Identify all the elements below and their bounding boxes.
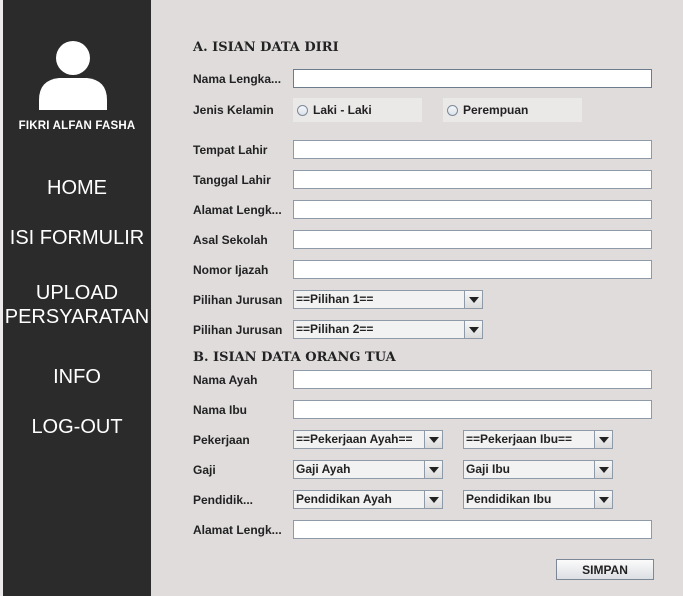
nama-lengkap-label: Nama Lengka... <box>193 72 282 86</box>
nav-info[interactable]: INFO <box>3 365 151 389</box>
pekerjaan-label: Pekerjaan <box>193 433 250 447</box>
tempat-lahir-label: Tempat Lahir <box>193 143 268 157</box>
gaji-ibu-select[interactable]: Gaji Ibu <box>463 460 613 479</box>
pilihan-jurusan-1-value: ==Pilihan 1== <box>296 292 374 306</box>
pendidikan-ibu-select[interactable]: Pendidikan Ibu <box>463 490 613 509</box>
nama-lengkap-input[interactable] <box>293 69 652 88</box>
section-a-title: A. ISIAN DATA DIRI <box>193 40 339 55</box>
pilihan-jurusan-2-value: ==Pilihan 2== <box>296 322 374 336</box>
pilihan-jurusan-1-label: Pilihan Jurusan <box>193 293 283 307</box>
nav-isi-formulir[interactable]: ISI FORMULIR <box>3 226 151 250</box>
gaji-ayah-select[interactable]: Gaji Ayah <box>293 460 443 479</box>
gaji-ayah-value: Gaji Ayah <box>296 462 351 476</box>
chevron-down-icon[interactable] <box>594 431 612 448</box>
sidebar: FIKRI ALFAN FASHA HOME ISI FORMULIR UPLO… <box>0 0 151 596</box>
pekerjaan-ayah-select[interactable]: ==Pekerjaan Ayah== <box>293 430 443 449</box>
chevron-down-icon[interactable] <box>424 431 442 448</box>
user-name: FIKRI ALFAN FASHA <box>18 120 136 132</box>
pendidikan-ayah-select[interactable]: Pendidikan Ayah <box>293 490 443 509</box>
gaji-ibu-value: Gaji Ibu <box>466 462 511 476</box>
pekerjaan-ibu-value: ==Pekerjaan Ibu== <box>466 432 573 446</box>
nav-upload-line2: PERSYARATAN <box>4 306 150 328</box>
alamat-lengkap-input[interactable] <box>293 200 652 219</box>
alamat-ortu-label: Alamat Lengk... <box>193 523 282 537</box>
section-b-title: B. ISIAN DATA ORANG TUA <box>193 350 396 365</box>
pendidikan-ibu-value: Pendidikan Ibu <box>466 492 552 506</box>
nama-ibu-label: Nama Ibu <box>193 403 248 417</box>
asal-sekolah-label: Asal Sekolah <box>193 233 268 247</box>
alamat-ortu-input[interactable] <box>293 520 652 539</box>
pilihan-jurusan-2-select[interactable]: ==Pilihan 2== <box>293 320 483 339</box>
user-avatar-icon <box>39 41 107 110</box>
nomor-ijazah-label: Nomor Ijazah <box>193 263 269 277</box>
radio-circle-icon <box>297 104 308 116</box>
radio-laki-laki[interactable]: Laki - Laki <box>293 98 422 122</box>
nav-upload-line1: UPLOAD <box>35 282 119 304</box>
nama-ayah-input[interactable] <box>293 370 652 389</box>
tanggal-lahir-input[interactable] <box>293 170 652 189</box>
chevron-down-icon[interactable] <box>424 461 442 478</box>
pilihan-jurusan-2-label: Pilihan Jurusan <box>193 323 283 337</box>
nav-logout[interactable]: LOG-OUT <box>3 415 151 439</box>
chevron-down-icon[interactable] <box>464 321 482 338</box>
radio-perempuan-label: Perempuan <box>463 103 529 117</box>
pilihan-jurusan-1-select[interactable]: ==Pilihan 1== <box>293 290 483 309</box>
alamat-lengkap-label: Alamat Lengk... <box>193 203 282 217</box>
gaji-label: Gaji <box>193 463 216 477</box>
nav-upload-persyaratan[interactable]: UPLOAD PERSYARATAN <box>3 281 151 329</box>
tempat-lahir-input[interactable] <box>293 140 652 159</box>
nama-ibu-input[interactable] <box>293 400 652 419</box>
radio-laki-laki-label: Laki - Laki <box>313 103 372 117</box>
nomor-ijazah-input[interactable] <box>293 260 652 279</box>
pendidikan-ayah-value: Pendidikan Ayah <box>296 492 392 506</box>
nav-home[interactable]: HOME <box>3 176 151 200</box>
asal-sekolah-input[interactable] <box>293 230 652 249</box>
chevron-down-icon[interactable] <box>464 291 482 308</box>
chevron-down-icon[interactable] <box>594 491 612 508</box>
pekerjaan-ibu-select[interactable]: ==Pekerjaan Ibu== <box>463 430 613 449</box>
nama-ayah-label: Nama Ayah <box>193 373 258 387</box>
jenis-kelamin-label: Jenis Kelamin <box>193 103 274 117</box>
pendidikan-label: Pendidik... <box>193 493 254 507</box>
chevron-down-icon[interactable] <box>594 461 612 478</box>
chevron-down-icon[interactable] <box>424 491 442 508</box>
simpan-button[interactable]: SIMPAN <box>556 559 654 580</box>
pekerjaan-ayah-value: ==Pekerjaan Ayah== <box>296 432 413 446</box>
radio-perempuan[interactable]: Perempuan <box>443 98 582 122</box>
tanggal-lahir-label: Tanggal Lahir <box>193 173 271 187</box>
radio-circle-icon <box>447 104 458 116</box>
